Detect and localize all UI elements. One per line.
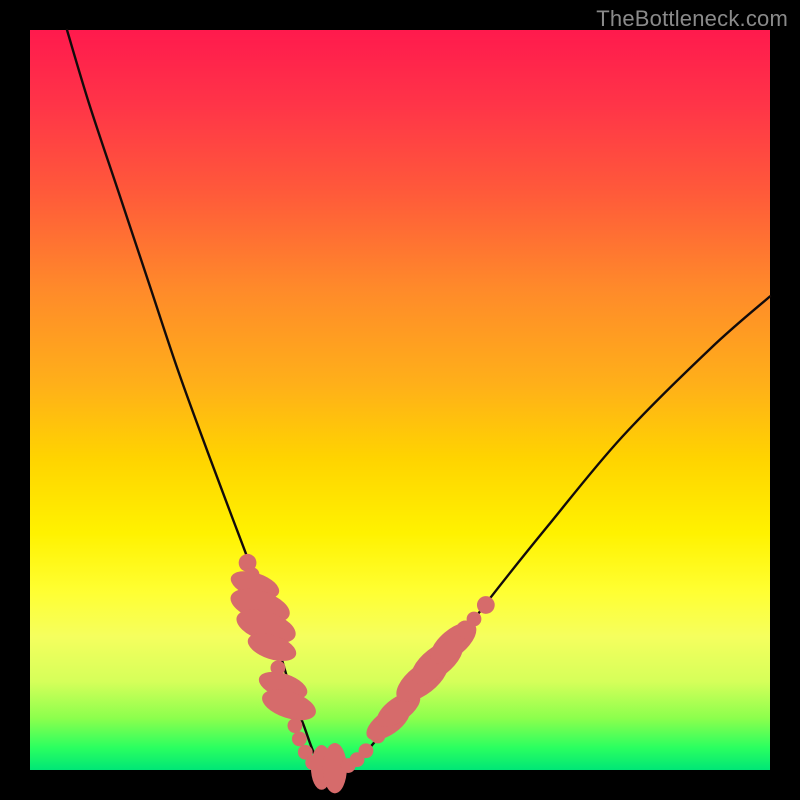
plot-area	[30, 30, 770, 770]
bead	[477, 596, 495, 614]
highlight-beads	[226, 554, 494, 793]
bead	[467, 612, 482, 627]
bead	[359, 743, 374, 758]
bead	[288, 718, 303, 733]
chart-frame: TheBottleneck.com	[0, 0, 800, 800]
watermark-text: TheBottleneck.com	[596, 6, 788, 32]
bead	[292, 732, 307, 747]
curve-svg	[30, 30, 770, 770]
